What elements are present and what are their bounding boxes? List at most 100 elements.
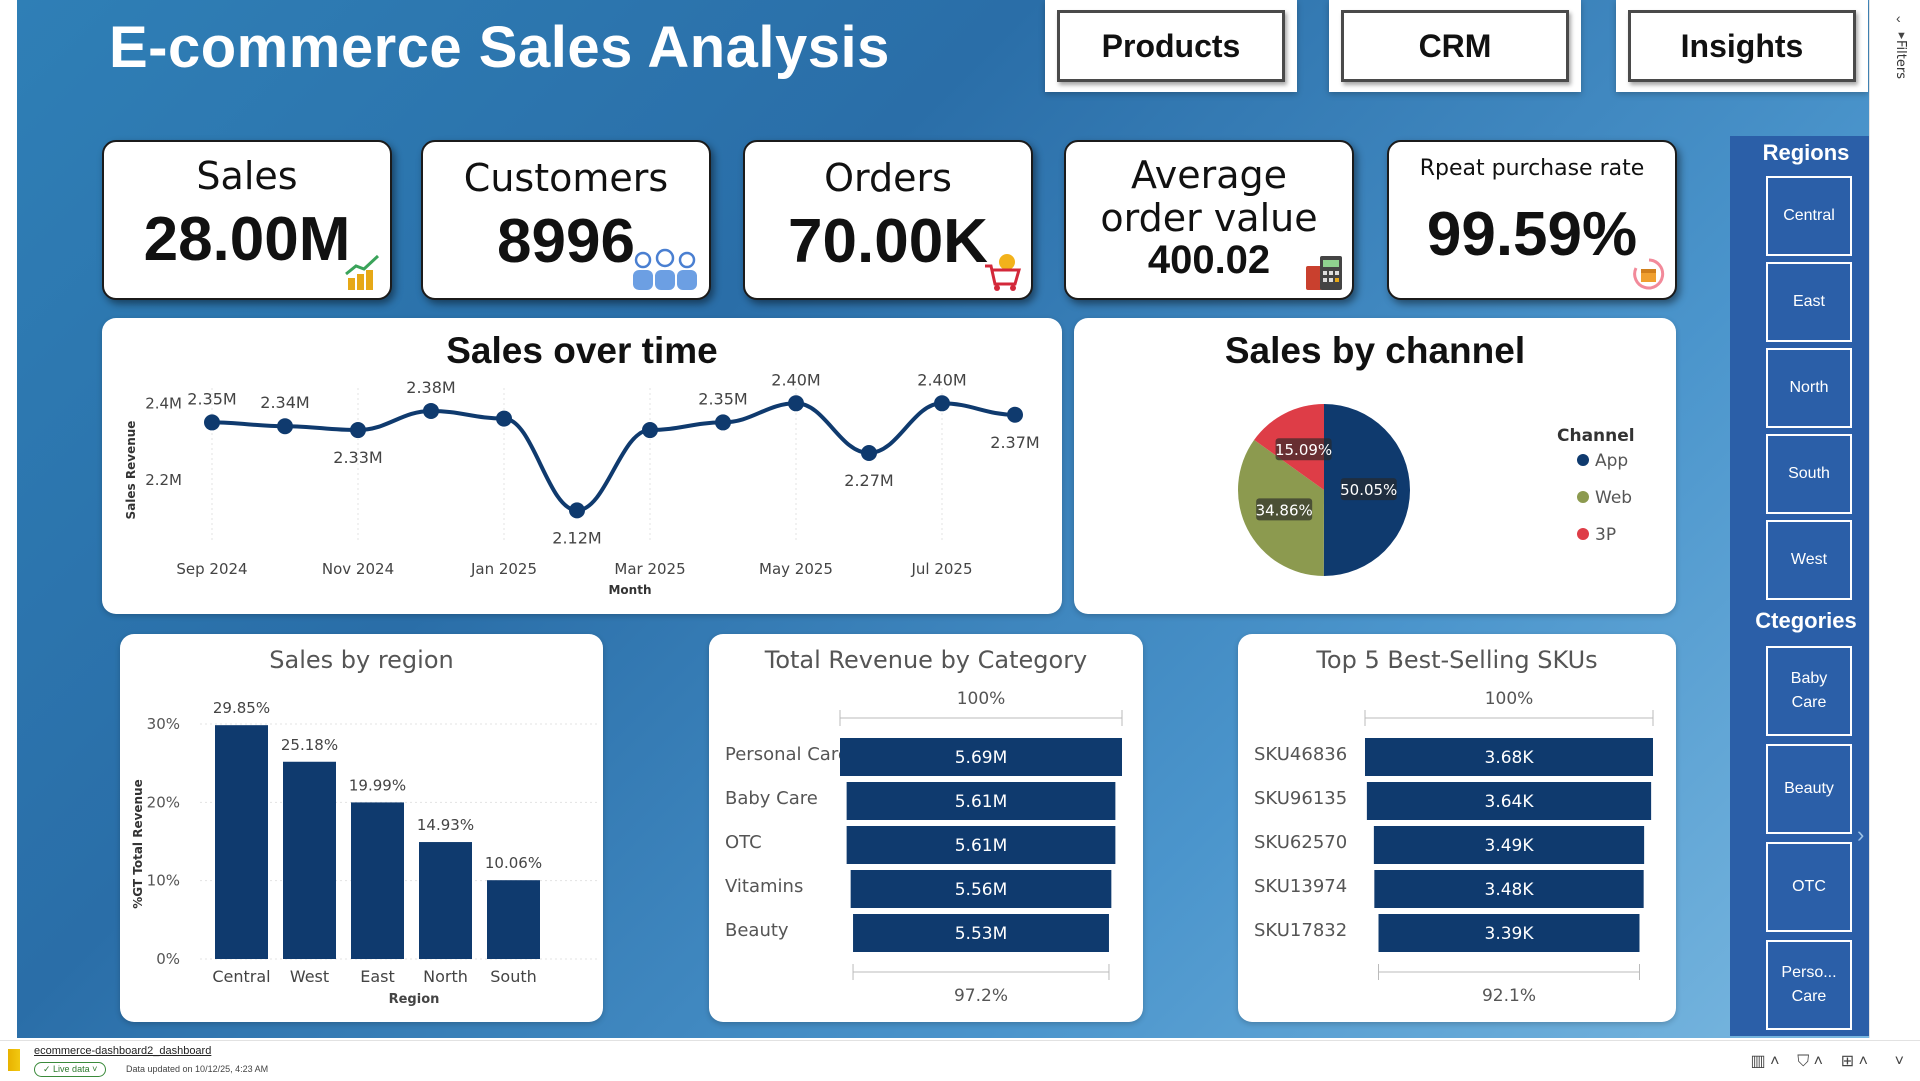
category-slicer-item[interactable]: Beauty (1766, 744, 1852, 834)
bar-south (487, 880, 540, 959)
data-label: 19.99% (349, 776, 406, 794)
category-slicer-item[interactable]: Baby Care (1766, 646, 1852, 736)
powerbi-logo-icon (8, 1049, 20, 1071)
category-label: SKU17832 (1254, 920, 1347, 941)
bar-value-label: 5.53M (955, 924, 1008, 944)
kpi-customers-label: Customers (463, 156, 669, 200)
data-label: 2.35M (698, 389, 747, 408)
top-percent-label: 100% (957, 689, 1006, 709)
products-button[interactable]: Products (1057, 10, 1285, 82)
x-tick-label: Jul 2025 (910, 560, 972, 578)
legend-swatch (1577, 528, 1589, 540)
region-slicer-item-south[interactable]: South (1766, 434, 1852, 514)
nav-products-wrap: Products (1045, 0, 1297, 92)
filters-pane[interactable] (1869, 0, 1920, 1038)
x-tick-label: Mar 2025 (614, 560, 685, 578)
x-tick-label: North (423, 967, 468, 986)
slice-label: 15.09% (1275, 441, 1332, 459)
x-tick-label: South (490, 967, 537, 986)
live-data-badge[interactable]: ✓ Live data ˅ (34, 1062, 107, 1077)
x-tick-label: West (290, 967, 329, 986)
slicer-panel: Regions Central East North South West Ctegor… (1730, 136, 1869, 1036)
sales-by-channel-chart: 50.05% 34.86% 15.09% Channel App Web 3P (1238, 404, 1635, 576)
data-point (569, 502, 585, 519)
growth-chart-icon (345, 254, 380, 290)
category-label: SKU13974 (1254, 876, 1347, 897)
data-updated-text: Data updated on 10/12/25, 4:23 AM (126, 1064, 269, 1074)
repeat-box-icon (1633, 258, 1665, 290)
y-tick-label: 30% (147, 715, 180, 733)
category-label: Baby Care (725, 788, 818, 809)
top-skus-chart: 100% SKU46836 3.68K SKU96135 3.64K SKU62570 3.… (1254, 689, 1654, 1006)
crm-button[interactable]: CRM (1341, 10, 1569, 82)
bottom-percent-label: 97.2% (954, 986, 1008, 1006)
region-slicer-item-east[interactable]: East (1766, 262, 1852, 342)
bottom-percent-label: 92.1% (1482, 986, 1536, 1006)
legend-label: 3P (1595, 525, 1616, 545)
legend-swatch (1577, 491, 1589, 503)
data-label: 2.12M (552, 528, 601, 547)
region-slicer-item-north[interactable]: North (1766, 348, 1852, 428)
x-tick-label: East (360, 967, 395, 986)
sales-over-time-chart: Sep 2024 Nov 2024 Jan 2025 Mar 2025 May 2025… (124, 370, 1040, 597)
calculator-icon (1306, 256, 1342, 290)
legend-label: Web (1595, 488, 1632, 508)
kpi-sales-card: Sales 28.00M (102, 140, 392, 300)
kpi-aov-card: Average order value 400.02 (1064, 140, 1354, 300)
sales-over-time-panel: Sales over time Sep 2024 Nov 2024 Jan 2025… (102, 318, 1062, 614)
top-skus-panel: Top 5 Best-Selling SKUs 100% SKU46836 3.68… (1238, 634, 1676, 1022)
regions-slicer-title: Regions (1762, 140, 1850, 165)
customers-icon (633, 248, 697, 290)
expand-icon[interactable]: ˅ (1895, 1053, 1904, 1070)
visual-icon[interactable]: ▥ ˄ (1751, 1053, 1780, 1070)
data-point (277, 418, 293, 435)
data-point (1007, 406, 1023, 423)
filters-label[interactable]: Filters (1893, 40, 1908, 79)
bookmark-icon[interactable]: ⛉ ˄ (1797, 1053, 1823, 1070)
data-point (204, 414, 220, 431)
kpi-customers-card: Customers 8996 (421, 140, 711, 300)
category-label: Personal Care (725, 744, 849, 765)
insights-button[interactable]: Insights (1628, 10, 1856, 82)
bar-value-label: 3.48K (1485, 880, 1535, 900)
categories-slicer-title: Ctegories (1755, 608, 1857, 633)
legend-label: App (1595, 451, 1628, 471)
y-axis-label: %GT Total Revenue (131, 779, 145, 909)
data-point (788, 395, 804, 412)
chevron-down-icon: ˅ (89, 1064, 98, 1074)
x-tick-label: Jan 2025 (470, 560, 537, 578)
top-percent-label: 100% (1485, 689, 1534, 709)
bar-value-label: 5.61M (955, 836, 1008, 856)
x-axis-label: Month (608, 583, 651, 597)
kpi-repeat-card: Rpeat purchase rate 99.59% (1387, 140, 1677, 300)
bar-value-label: 3.49K (1485, 836, 1535, 856)
kpi-orders-label: Orders (824, 156, 952, 200)
category-label: SKU62570 (1254, 832, 1347, 853)
slice-label: 34.86% (1256, 501, 1313, 519)
bar-north (419, 842, 472, 959)
collapse-chevron-icon[interactable]: ‹ (1896, 10, 1901, 26)
data-point (861, 445, 877, 461)
bar-value-label: 5.69M (955, 748, 1008, 768)
report-file-link[interactable]: ecommerce-dashboard2_dashboard (34, 1045, 211, 1057)
kpi-aov-label2: order value (1100, 196, 1318, 240)
legend-title: Channel (1557, 426, 1635, 446)
data-label: 2.35M (187, 389, 236, 408)
data-point (423, 402, 439, 419)
region-slicer-item-central[interactable]: Central (1766, 176, 1852, 256)
category-slicer-item[interactable]: OTC (1766, 842, 1852, 932)
category-slicer-item[interactable]: Perso... Care (1766, 940, 1852, 1030)
data-point (642, 422, 658, 439)
report-canvas: E-commerce Sales Analysis Products CRM I… (17, 0, 1869, 1038)
data-label: 2.27M (844, 471, 893, 490)
page-next-chevron-icon[interactable]: › (1857, 822, 1864, 848)
page-title: E-commerce Sales Analysis (109, 15, 890, 80)
layout-icon[interactable]: ⊞ ˄ (1841, 1053, 1868, 1070)
region-slicer-item-west[interactable]: West (1766, 520, 1852, 600)
bar-east (351, 802, 404, 959)
data-label: 2.33M (333, 448, 382, 467)
sales-by-channel-panel: Sales by channel 50.05% 34.86% 15.09% Chann… (1074, 318, 1676, 614)
category-label: OTC (725, 832, 762, 853)
status-bar: ecommerce-dashboard2_dashboard ✓ Live da… (0, 1040, 1920, 1081)
kpi-sales-label: Sales (196, 154, 298, 198)
